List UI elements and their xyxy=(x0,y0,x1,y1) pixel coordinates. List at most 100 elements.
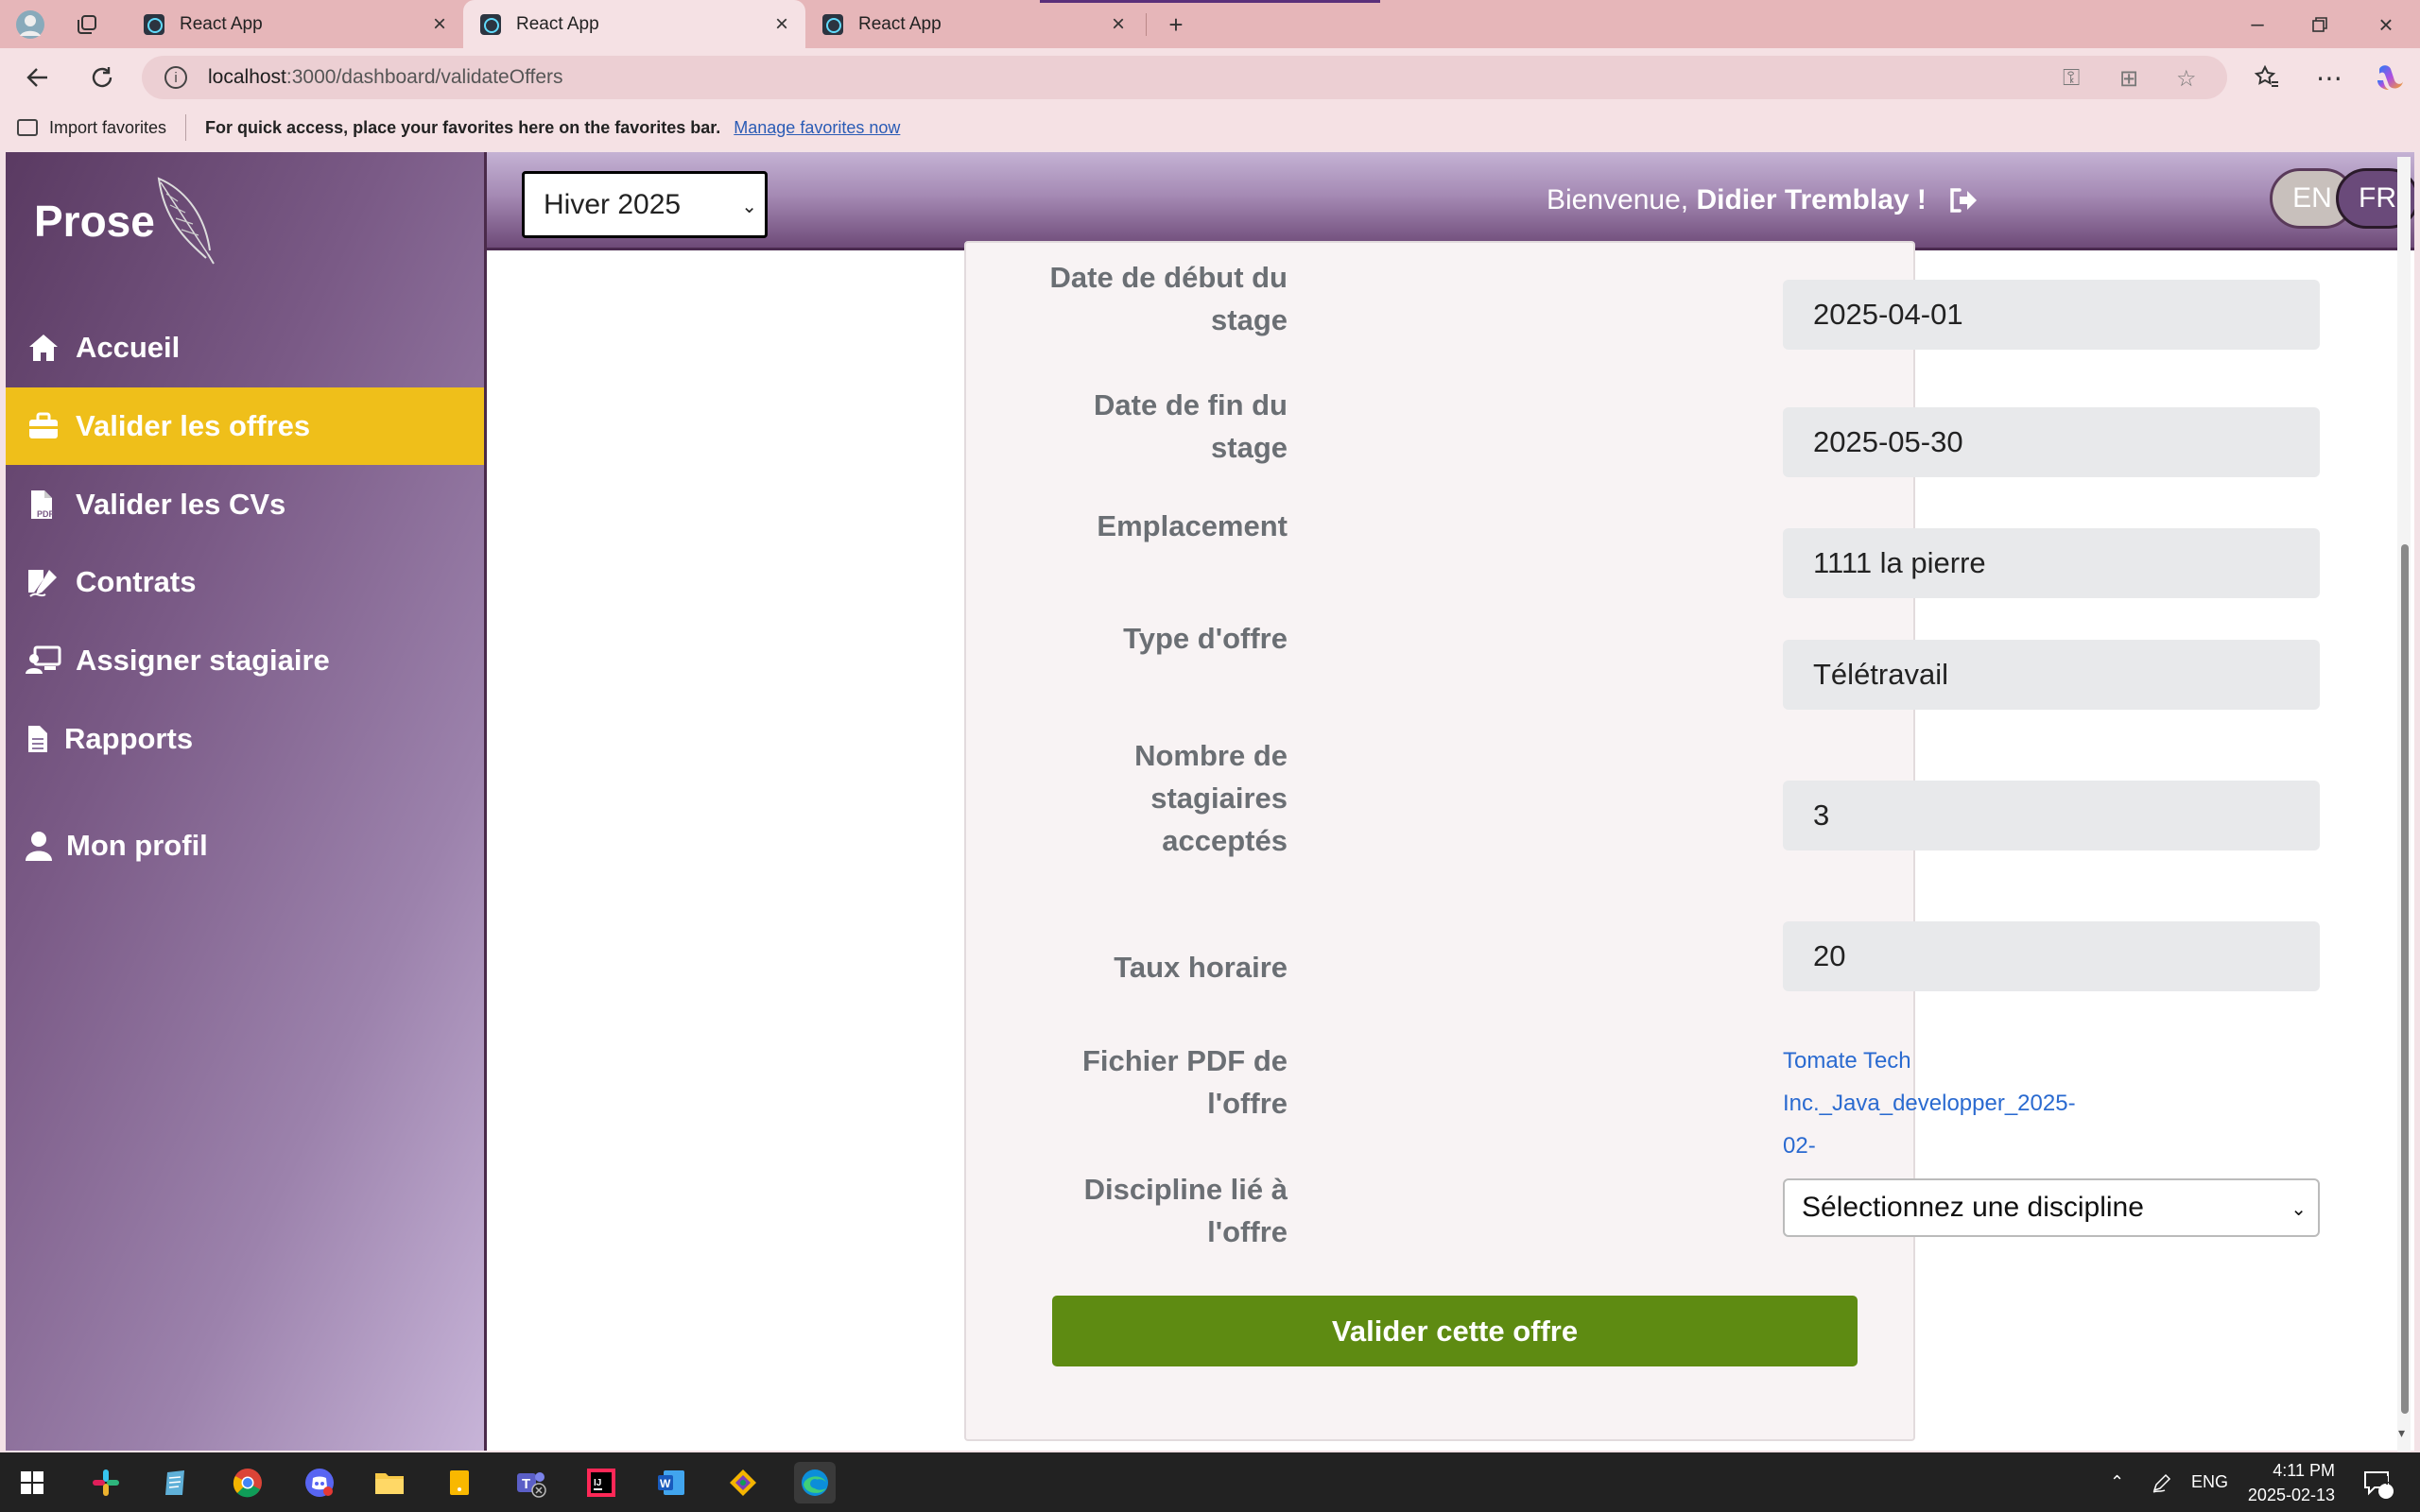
svg-text:W: W xyxy=(660,1477,671,1490)
tab-react-app-1[interactable]: React App × xyxy=(127,0,463,48)
interns-count-field: 3 xyxy=(1783,781,2320,850)
home-icon xyxy=(25,331,62,365)
slack-icon[interactable] xyxy=(85,1462,127,1503)
word-icon[interactable]: W xyxy=(650,1462,692,1503)
location-field: 1111 la pierre xyxy=(1783,528,2320,598)
import-favorites-label: Import favorites xyxy=(49,117,167,137)
validate-offer-button[interactable]: Valider cette offre xyxy=(1052,1296,1858,1366)
language-indicator[interactable]: ENG xyxy=(2191,1452,2228,1512)
settings-more-icon[interactable]: ⋯ xyxy=(2310,59,2348,96)
browser-tab-bar: React App × React App × React App × + – … xyxy=(0,0,2420,48)
sidebar-item-valider-offres[interactable]: Valider les offres xyxy=(6,387,484,465)
close-tab-icon[interactable]: × xyxy=(433,11,446,38)
windows-start-icon[interactable] xyxy=(11,1462,53,1503)
welcome-message: Bienvenue, Didier Tremblay ! xyxy=(1547,184,1927,216)
end-date-field: 2025-05-30 xyxy=(1783,407,2320,477)
session-select-value: Hiver 2025 xyxy=(544,188,682,220)
sidebar-item-rapports[interactable]: Rapports xyxy=(6,700,484,778)
interns-count-label: Nombre de stagiaires acceptés xyxy=(1134,739,1288,857)
favorites-bar: Import favorites For quick access, place… xyxy=(0,105,2420,150)
offer-details-card: Date de début du stage 2025-04-01 Date d… xyxy=(964,241,2320,1441)
sidebar-item-accueil[interactable]: Accueil xyxy=(6,309,484,387)
location-label: Emplacement xyxy=(1097,509,1288,542)
copilot-icon[interactable] xyxy=(2371,59,2409,96)
favorites-icon[interactable] xyxy=(2248,59,2286,96)
restore-icon[interactable] xyxy=(2303,8,2337,42)
apps-icon[interactable]: ⊞ xyxy=(2119,65,2138,93)
notifications-icon[interactable]: 4 xyxy=(2361,1452,2394,1512)
svg-text:PDF: PDF xyxy=(37,509,55,519)
sticky-notes-icon[interactable] xyxy=(439,1462,480,1503)
tab-react-app-3[interactable]: React App × xyxy=(805,0,1142,48)
pen-menu-icon[interactable] xyxy=(2152,1452,2172,1512)
pdf-file-name-line1: Tomate Tech Inc._Java_developper_2025-02… xyxy=(1783,1048,2076,1159)
file-explorer-icon[interactable] xyxy=(369,1462,410,1503)
top-header: Hiver 2025 ⌄ Bienvenue, Didier Tremblay … xyxy=(487,152,2414,250)
hourly-rate-label: Taux horaire xyxy=(1114,951,1288,984)
manage-favorites-link[interactable]: Manage favorites now xyxy=(734,118,900,138)
notepad-icon[interactable] xyxy=(155,1462,197,1503)
discord-icon[interactable] xyxy=(299,1462,340,1503)
discipline-select[interactable]: Sélectionnez une discipline ⌄ xyxy=(1783,1178,2320,1237)
scrollbar-thumb[interactable] xyxy=(2401,544,2409,1414)
sidebar-item-contrats[interactable]: Contrats xyxy=(6,543,484,621)
sidebar-item-valider-cvs[interactable]: PDF Valider les CVs xyxy=(6,466,484,543)
back-icon[interactable] xyxy=(19,59,57,96)
tab-group-accent xyxy=(1040,0,1380,3)
scroll-down-arrow-icon[interactable]: ▾ xyxy=(2398,1425,2405,1441)
chrome-icon[interactable] xyxy=(227,1462,268,1503)
sidebar-item-assigner-stagiaire[interactable]: Assigner stagiaire xyxy=(6,622,484,699)
edge-icon[interactable] xyxy=(794,1462,836,1503)
close-window-icon[interactable]: × xyxy=(2369,8,2403,42)
start-date-field: 2025-04-01 xyxy=(1783,280,2320,350)
address-bar-row: i localhost:3000/dashboard/validateOffer… xyxy=(0,48,2420,105)
refresh-icon[interactable] xyxy=(83,59,121,96)
main-content: Date de début du stage 2025-04-01 Date d… xyxy=(487,241,2414,1451)
offer-type-label: Type d'offre xyxy=(1123,622,1288,655)
sidebar-item-label: Valider les offres xyxy=(76,409,311,442)
offer-type-field: Télétravail xyxy=(1783,640,2320,710)
discipline-label: Discipline lié à l'offre xyxy=(1083,1173,1288,1248)
system-clock[interactable]: 4:11 PM 2025-02-13 xyxy=(2231,1458,2335,1507)
close-tab-icon[interactable]: × xyxy=(1112,11,1125,38)
user-name: Didier Tremblay xyxy=(1696,184,1910,215)
close-tab-icon[interactable]: × xyxy=(775,11,788,38)
sidebar-item-mon-profil[interactable]: Mon profil xyxy=(6,807,484,885)
contract-sign-icon xyxy=(25,565,62,599)
brand-logo[interactable]: Prose xyxy=(34,196,155,247)
password-key-icon[interactable]: ⚿ xyxy=(2063,65,2080,92)
end-date-label: Date de fin du stage xyxy=(1094,388,1288,464)
new-tab-icon[interactable]: + xyxy=(1159,8,1193,42)
favbar-separator xyxy=(185,114,187,141)
logout-icon[interactable] xyxy=(1948,186,1979,215)
favorite-star-icon[interactable]: ☆ xyxy=(2176,65,2197,93)
import-favorites-button[interactable]: Import favorites xyxy=(17,118,166,138)
git-client-icon[interactable] xyxy=(722,1462,764,1503)
start-date-label: Date de début du stage xyxy=(1049,261,1288,336)
sidebar-item-label: Contrats xyxy=(76,565,197,598)
sidebar-item-label: Assigner stagiaire xyxy=(76,644,330,677)
tab-title: React App xyxy=(858,13,942,34)
react-favicon-icon xyxy=(480,13,501,35)
workspaces-icon[interactable] xyxy=(70,8,104,42)
session-select[interactable]: Hiver 2025 ⌄ xyxy=(522,171,768,238)
profile-avatar-icon[interactable] xyxy=(13,8,47,42)
url-host: localhost xyxy=(208,66,286,88)
tab-separator xyxy=(1146,13,1147,36)
intellij-icon[interactable]: IJ xyxy=(580,1462,622,1503)
chevron-down-icon: ⌄ xyxy=(2290,1199,2307,1220)
minimize-icon[interactable]: – xyxy=(2240,8,2274,42)
site-info-icon[interactable]: i xyxy=(164,66,187,89)
sidebar-item-label: Rapports xyxy=(64,722,194,755)
svg-text:IJ: IJ xyxy=(594,1478,601,1488)
react-favicon-icon xyxy=(822,13,843,35)
tab-react-app-2[interactable]: React App × xyxy=(463,0,805,48)
url-input[interactable]: i localhost:3000/dashboard/validateOffer… xyxy=(142,56,2227,99)
teams-icon[interactable]: T xyxy=(510,1462,552,1503)
assign-intern-icon xyxy=(25,644,62,678)
briefcase-icon xyxy=(25,409,62,443)
hourly-rate-field: 20 xyxy=(1783,921,2320,991)
sidebar: Prose Accueil Valider les offres PDF Val… xyxy=(6,152,487,1451)
tab-title: React App xyxy=(180,13,263,34)
show-hidden-icons[interactable]: ⌃ xyxy=(2110,1452,2124,1512)
